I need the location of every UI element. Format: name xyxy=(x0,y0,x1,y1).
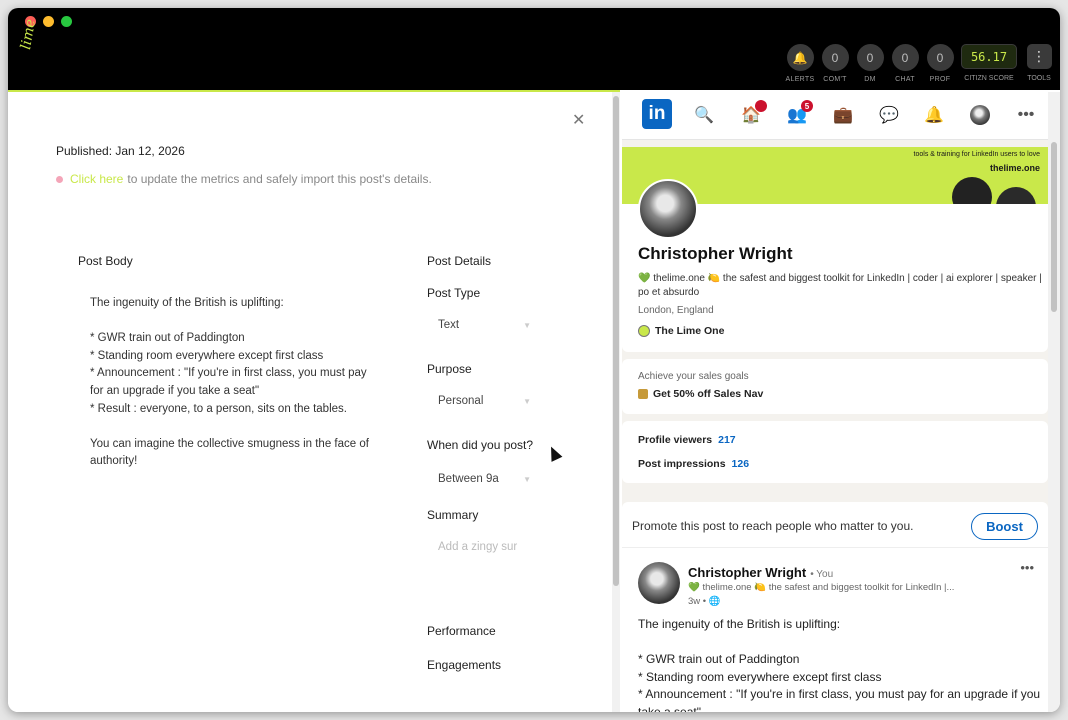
messaging-icon[interactable]: 💬 xyxy=(878,104,900,126)
tools-menu[interactable]: ⋮ TOOLS xyxy=(1024,44,1054,82)
notifications-icon[interactable]: 🔔 xyxy=(923,104,945,126)
boost-button[interactable]: Boost xyxy=(971,513,1038,540)
brand-logo: lime xyxy=(18,17,40,51)
stat-comments[interactable]: 0 COM'T xyxy=(821,44,849,83)
citizen-score[interactable]: 56.17 CITIZN SCORE xyxy=(961,44,1017,82)
import-link[interactable]: Click here xyxy=(70,172,123,186)
linkedin-scrollbar[interactable] xyxy=(1048,92,1060,712)
profile-card: tools & training for LinkedIn users to l… xyxy=(622,147,1048,352)
post-time: 3w • 🌐 xyxy=(688,596,721,607)
profile-viewers-row[interactable]: Profile viewers 217 xyxy=(638,434,736,446)
post-author-headline: 💚 thelime.one 🍋 the safest and biggest t… xyxy=(688,582,955,593)
jobs-icon[interactable]: 💼 xyxy=(832,104,854,126)
performance-label: Performance xyxy=(427,624,496,638)
linkedin-logo[interactable]: in xyxy=(642,99,672,129)
post-author-avatar[interactable] xyxy=(638,562,680,604)
post-type-select[interactable]: Text ▼ xyxy=(427,310,537,340)
post-more-icon[interactable]: ••• xyxy=(1020,560,1034,575)
post-body-title: Post Body xyxy=(78,254,133,268)
stat-profile[interactable]: 0 PROF xyxy=(926,44,954,83)
linkedin-scroll-thumb[interactable] xyxy=(1051,142,1057,312)
status-dot xyxy=(56,175,63,183)
org-logo-icon xyxy=(638,325,650,337)
linkedin-nav: in 🔍 🏠 👥 5 💼 💬 🔔 ••• xyxy=(622,92,1060,140)
post-card: Christopher Wright • You 💚 thelime.one 🍋 … xyxy=(622,548,1048,712)
minimize-window-button[interactable] xyxy=(43,16,54,27)
sales-nav-icon xyxy=(638,389,648,399)
post-author-name[interactable]: Christopher Wright • You xyxy=(688,565,833,580)
profile-name[interactable]: Christopher Wright xyxy=(638,244,793,264)
editor-scrollbar[interactable] xyxy=(612,92,620,712)
close-icon[interactable]: ✕ xyxy=(572,110,585,130)
more-icon[interactable]: ••• xyxy=(1015,104,1037,126)
promote-card: Promote this post to reach people who ma… xyxy=(622,502,1048,548)
banner-photo-shape xyxy=(996,187,1036,204)
promote-text: Promote this post to reach people who ma… xyxy=(632,519,914,533)
profile-headline: 💚 thelime.one 🍋 the safest and biggest t… xyxy=(638,273,1042,298)
when-select[interactable]: Between 9a ▼ xyxy=(427,464,537,494)
summary-label: Summary xyxy=(427,508,479,522)
purpose-label: Purpose xyxy=(427,362,472,376)
purpose-select[interactable]: Personal ▼ xyxy=(427,386,537,416)
stat-alerts[interactable]: 🔔 ALERTS xyxy=(786,44,814,83)
network-icon[interactable]: 👥 5 xyxy=(786,100,813,126)
chevron-down-icon: ▼ xyxy=(523,474,531,484)
app-window: lime 🔔 ALERTS 0 COM'T 0 DM 0 CHAT 0 PROF xyxy=(8,8,1060,712)
sales-line1: Achieve your sales goals xyxy=(638,371,749,382)
profile-stats-card: Profile viewers 217 Post impressions 126 xyxy=(622,421,1048,483)
post-impressions-row[interactable]: Post impressions 126 xyxy=(638,458,749,470)
post-type-label: Post Type xyxy=(427,286,481,300)
stat-dm[interactable]: 0 DM xyxy=(856,44,884,83)
profile-location: London, England xyxy=(638,305,714,316)
import-notice: Click here to update the metrics and saf… xyxy=(56,172,432,186)
banner-site: thelime.one xyxy=(989,163,1040,173)
post-body-text[interactable]: The ingenuity of the British is upliftin… xyxy=(90,295,370,471)
sales-nav-card[interactable]: Achieve your sales goals Get 50% off Sal… xyxy=(622,359,1048,414)
banner-photo-shape xyxy=(952,177,992,204)
me-avatar-icon[interactable] xyxy=(969,104,991,126)
home-badge xyxy=(755,100,767,112)
post-editor-panel: ✕ Published: Jan 12, 2026 Click here to … xyxy=(8,92,612,712)
engagements-label: Engagements xyxy=(427,658,502,672)
chevron-down-icon: ▼ xyxy=(523,320,531,330)
sales-line2: Get 50% off Sales Nav xyxy=(638,388,763,400)
profile-avatar[interactable] xyxy=(638,179,698,239)
profile-org[interactable]: The Lime One xyxy=(638,325,724,337)
bell-icon: 🔔 xyxy=(786,44,814,71)
post-content: The ingenuity of the British is upliftin… xyxy=(638,617,1041,712)
summary-input[interactable]: Add a zingy sur xyxy=(427,532,537,562)
stats-bar: 🔔 ALERTS 0 COM'T 0 DM 0 CHAT 0 PROF 56.1… xyxy=(786,44,1054,83)
banner-tagline: tools & training for LinkedIn users to l… xyxy=(913,151,1040,158)
editor-scroll-thumb[interactable] xyxy=(613,96,619,586)
import-text: to update the metrics and safely import … xyxy=(127,172,432,186)
maximize-window-button[interactable] xyxy=(61,16,72,27)
search-icon[interactable]: 🔍 xyxy=(693,104,715,126)
published-date: Published: Jan 12, 2026 xyxy=(56,144,185,158)
home-icon[interactable]: 🏠 xyxy=(740,100,767,126)
when-label: When did you post? xyxy=(427,438,534,452)
title-bar: lime 🔔 ALERTS 0 COM'T 0 DM 0 CHAT 0 PROF xyxy=(8,8,1060,90)
post-details-title: Post Details xyxy=(427,254,492,268)
post-details: Post Details Post Type Text ▼ Purpose Pe… xyxy=(427,254,537,674)
linkedin-panel: in 🔍 🏠 👥 5 💼 💬 🔔 ••• tools & training for… xyxy=(622,92,1060,712)
chevron-down-icon: ▼ xyxy=(523,396,531,406)
network-badge: 5 xyxy=(801,100,813,112)
more-vertical-icon: ⋮ xyxy=(1026,44,1052,69)
stat-chat[interactable]: 0 CHAT xyxy=(891,44,919,83)
